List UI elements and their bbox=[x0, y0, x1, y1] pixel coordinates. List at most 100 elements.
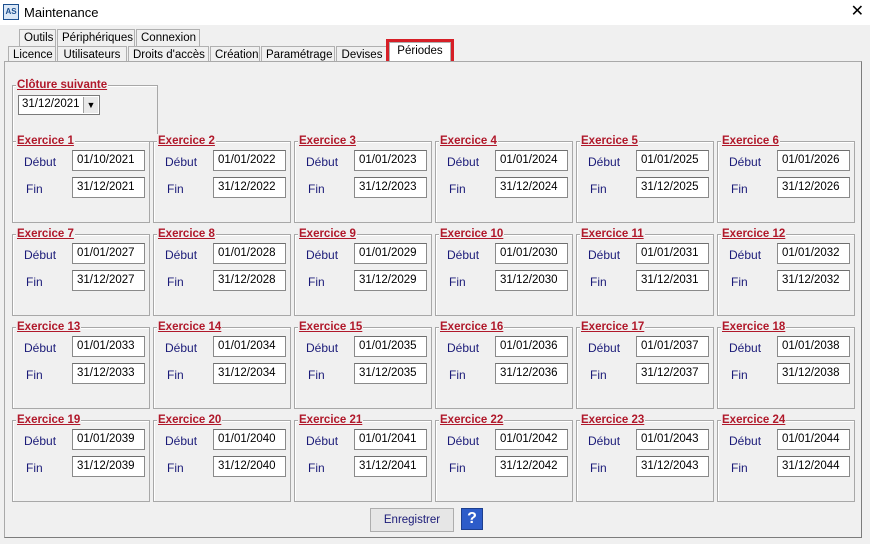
debut-field[interactable]: 01/01/2043 bbox=[636, 429, 709, 450]
debut-field[interactable]: 01/01/2033 bbox=[72, 336, 145, 357]
debut-field[interactable]: 01/01/2034 bbox=[213, 336, 286, 357]
debut-field[interactable]: 01/01/2037 bbox=[636, 336, 709, 357]
fin-field[interactable]: 31/12/2042 bbox=[495, 456, 568, 477]
debut-field[interactable]: 01/01/2025 bbox=[636, 150, 709, 171]
exercice-group: Exercice 23 Début 01/01/2043 Fin 31/12/2043 bbox=[576, 413, 714, 502]
cloture-value: 31/12/2021 bbox=[22, 98, 80, 110]
periodes-panel: Clôture suivante 31/12/2021 ▼ Exercice 1… bbox=[4, 61, 862, 538]
debut-label: Début bbox=[447, 434, 480, 448]
fin-field[interactable]: 31/12/2024 bbox=[495, 177, 568, 198]
fin-field[interactable]: 31/12/2043 bbox=[636, 456, 709, 477]
fin-field[interactable]: 31/12/2028 bbox=[213, 270, 286, 291]
fin-field[interactable]: 31/12/2034 bbox=[213, 363, 286, 384]
debut-label: Début bbox=[729, 248, 762, 262]
debut-label: Début bbox=[24, 434, 57, 448]
debut-field[interactable]: 01/01/2030 bbox=[495, 243, 568, 264]
fin-field[interactable]: 31/12/2022 bbox=[213, 177, 286, 198]
cloture-select[interactable]: 31/12/2021 ▼ bbox=[18, 95, 100, 115]
debut-label: Début bbox=[588, 341, 621, 355]
exercice-group: Exercice 10 Début 01/01/2030 Fin 31/12/2030 bbox=[435, 227, 573, 316]
debut-field[interactable]: 01/01/2044 bbox=[777, 429, 850, 450]
fin-label: Fin bbox=[308, 275, 325, 289]
debut-label: Début bbox=[24, 248, 57, 262]
fin-label: Fin bbox=[449, 182, 466, 196]
exercice-group: Exercice 20 Début 01/01/2040 Fin 31/12/2040 bbox=[153, 413, 291, 502]
exercice-title: Exercice 9 bbox=[298, 227, 357, 241]
debut-field[interactable]: 01/01/2029 bbox=[354, 243, 427, 264]
fin-field[interactable]: 31/12/2036 bbox=[495, 363, 568, 384]
debut-field[interactable]: 01/01/2024 bbox=[495, 150, 568, 171]
fin-field[interactable]: 31/12/2030 bbox=[495, 270, 568, 291]
tab-connexion[interactable]: Connexion bbox=[136, 29, 200, 46]
fin-field[interactable]: 31/12/2038 bbox=[777, 363, 850, 384]
debut-field[interactable]: 01/01/2039 bbox=[72, 429, 145, 450]
fin-field[interactable]: 31/12/2032 bbox=[777, 270, 850, 291]
fin-label: Fin bbox=[590, 182, 607, 196]
fin-field[interactable]: 31/12/2040 bbox=[213, 456, 286, 477]
fin-field[interactable]: 31/12/2029 bbox=[354, 270, 427, 291]
debut-field[interactable]: 01/01/2040 bbox=[213, 429, 286, 450]
debut-field[interactable]: 01/01/2041 bbox=[354, 429, 427, 450]
debut-label: Début bbox=[24, 341, 57, 355]
fin-field[interactable]: 31/12/2021 bbox=[72, 177, 145, 198]
debut-field[interactable]: 01/01/2027 bbox=[72, 243, 145, 264]
fin-field[interactable]: 31/12/2025 bbox=[636, 177, 709, 198]
title-bar: AS Maintenance ✕ bbox=[0, 0, 870, 25]
debut-label: Début bbox=[447, 341, 480, 355]
debut-label: Début bbox=[447, 248, 480, 262]
debut-label: Début bbox=[24, 155, 57, 169]
debut-field[interactable]: 01/01/2022 bbox=[213, 150, 286, 171]
debut-field[interactable]: 01/01/2035 bbox=[354, 336, 427, 357]
exercice-group: Exercice 8 Début 01/01/2028 Fin 31/12/2028 bbox=[153, 227, 291, 316]
debut-label: Début bbox=[165, 434, 198, 448]
debut-label: Début bbox=[165, 155, 198, 169]
debut-field[interactable]: 01/01/2042 bbox=[495, 429, 568, 450]
debut-label: Début bbox=[729, 155, 762, 169]
app-logo-icon: AS bbox=[3, 4, 19, 20]
fin-field[interactable]: 31/12/2041 bbox=[354, 456, 427, 477]
debut-field[interactable]: 01/10/2021 bbox=[72, 150, 145, 171]
exercice-title: Exercice 13 bbox=[16, 320, 82, 334]
exercice-title: Exercice 17 bbox=[580, 320, 646, 334]
debut-label: Début bbox=[165, 341, 198, 355]
fin-field[interactable]: 31/12/2027 bbox=[72, 270, 145, 291]
save-button[interactable]: Enregistrer bbox=[370, 508, 454, 532]
fin-label: Fin bbox=[167, 275, 184, 289]
fin-field[interactable]: 31/12/2023 bbox=[354, 177, 427, 198]
fin-label: Fin bbox=[731, 368, 748, 382]
exercice-group: Exercice 9 Début 01/01/2029 Fin 31/12/2029 bbox=[294, 227, 432, 316]
debut-field[interactable]: 01/01/2032 bbox=[777, 243, 850, 264]
tab-peripheriques[interactable]: Périphériques bbox=[57, 29, 135, 46]
debut-field[interactable]: 01/01/2031 bbox=[636, 243, 709, 264]
fin-field[interactable]: 31/12/2044 bbox=[777, 456, 850, 477]
debut-label: Début bbox=[729, 434, 762, 448]
debut-label: Début bbox=[306, 248, 339, 262]
fin-field[interactable]: 31/12/2037 bbox=[636, 363, 709, 384]
debut-label: Début bbox=[588, 434, 621, 448]
exercice-group: Exercice 15 Début 01/01/2035 Fin 31/12/2035 bbox=[294, 320, 432, 409]
debut-field[interactable]: 01/01/2038 bbox=[777, 336, 850, 357]
fin-label: Fin bbox=[308, 182, 325, 196]
chevron-down-icon[interactable]: ▼ bbox=[83, 97, 98, 113]
fin-field[interactable]: 31/12/2039 bbox=[72, 456, 145, 477]
help-icon[interactable]: ? bbox=[461, 508, 483, 530]
fin-label: Fin bbox=[731, 461, 748, 475]
exercice-title: Exercice 2 bbox=[157, 134, 216, 148]
fin-field[interactable]: 31/12/2035 bbox=[354, 363, 427, 384]
exercice-group: Exercice 1 Début 01/10/2021 Fin 31/12/2021 bbox=[12, 134, 150, 223]
fin-label: Fin bbox=[167, 368, 184, 382]
fin-field[interactable]: 31/12/2026 bbox=[777, 177, 850, 198]
fin-field[interactable]: 31/12/2033 bbox=[72, 363, 145, 384]
fin-label: Fin bbox=[308, 368, 325, 382]
debut-field[interactable]: 01/01/2036 bbox=[495, 336, 568, 357]
fin-field[interactable]: 31/12/2031 bbox=[636, 270, 709, 291]
debut-field[interactable]: 01/01/2023 bbox=[354, 150, 427, 171]
exercice-group: Exercice 3 Début 01/01/2023 Fin 31/12/2023 bbox=[294, 134, 432, 223]
close-icon[interactable]: ✕ bbox=[851, 2, 864, 22]
fin-label: Fin bbox=[167, 182, 184, 196]
fin-label: Fin bbox=[26, 461, 43, 475]
tab-outils[interactable]: Outils bbox=[19, 29, 56, 46]
debut-field[interactable]: 01/01/2028 bbox=[213, 243, 286, 264]
debut-field[interactable]: 01/01/2026 bbox=[777, 150, 850, 171]
exercice-group: Exercice 12 Début 01/01/2032 Fin 31/12/2032 bbox=[717, 227, 855, 316]
